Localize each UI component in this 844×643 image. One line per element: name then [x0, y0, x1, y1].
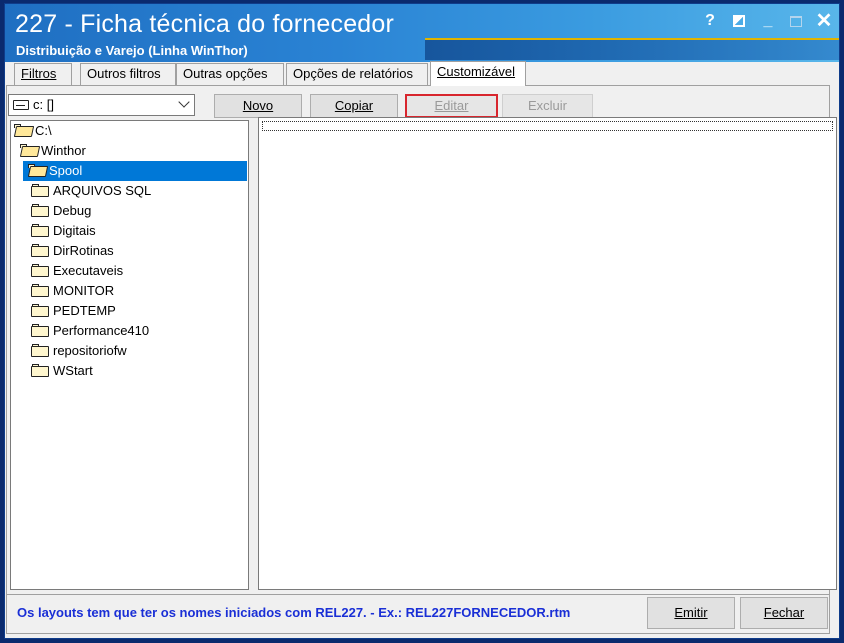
tab-label: Outros filtros	[87, 66, 161, 81]
excluir-label: Excluir	[527, 98, 567, 113]
close-button[interactable]: ✕	[813, 10, 835, 32]
tree-item-folder[interactable]: DirRotinas	[31, 241, 114, 261]
fechar-label: Fechar	[763, 605, 805, 620]
folder-open-icon	[19, 144, 41, 157]
folder-icon	[31, 184, 49, 197]
tree-item-label: C:\	[35, 123, 52, 138]
folder-icon	[31, 284, 49, 297]
help-button[interactable]: ?	[699, 10, 721, 32]
maximize-icon	[790, 16, 802, 27]
excluir-button[interactable]: Excluir	[502, 94, 593, 118]
tab-label: Filtros	[21, 66, 57, 81]
tree-item-root[interactable]: C:\	[13, 121, 52, 141]
novo-label: Novo	[242, 98, 274, 113]
tree-item-spool[interactable]: Spool	[23, 161, 247, 181]
emitir-label: Emitir	[674, 605, 708, 620]
tree-item-folder[interactable]: repositoriofw	[31, 341, 127, 361]
tree-item-label: PEDTEMP	[53, 303, 116, 318]
tree-item-label: Spool	[49, 163, 83, 178]
tree-item-folder[interactable]: Executaveis	[31, 261, 123, 281]
window-title: 227 - Ficha técnica do fornecedor	[15, 10, 395, 38]
editar-label: Editar	[434, 98, 469, 113]
title-bar: 227 - Ficha técnica do fornecedor Distri…	[5, 4, 839, 62]
tree-item-label: WStart	[53, 363, 93, 378]
tree-item-folder[interactable]: PEDTEMP	[31, 301, 116, 321]
tab-customizavel[interactable]: Customizável	[430, 61, 526, 86]
folder-open-icon	[13, 124, 35, 137]
tree-item-label: Debug	[53, 203, 92, 218]
drive-value: c: []	[33, 97, 54, 112]
layout-note: Os layouts tem que ter os nomes iniciado…	[17, 605, 571, 620]
tree-item-folder[interactable]: MONITOR	[31, 281, 114, 301]
tab-strip: Filtros Outros filtros Outras opções Opç…	[6, 61, 830, 86]
chevron-down-icon	[178, 96, 190, 108]
folder-icon	[31, 244, 49, 257]
tab-label: Outras opções	[183, 66, 268, 81]
tree-item-label: Executaveis	[53, 263, 124, 278]
tree-item-label: Winthor	[41, 143, 86, 158]
folder-tree[interactable]: C:\ Winthor Spool ARQUIVOS SQL Debug Dig…	[10, 120, 249, 590]
drive-icon	[13, 100, 29, 110]
tree-item-winthor[interactable]: Winthor	[19, 141, 86, 161]
drive-select[interactable]: c: []	[8, 94, 195, 116]
minimize-button[interactable]: _	[757, 10, 779, 32]
maximize-button[interactable]	[785, 10, 807, 32]
tree-item-folder[interactable]: Debug	[31, 201, 91, 221]
tree-item-folder[interactable]: Digitais	[31, 221, 96, 241]
tree-item-label: MONITOR	[53, 283, 115, 298]
folder-open-icon	[27, 164, 49, 177]
copiar-button[interactable]: Copiar	[310, 94, 398, 118]
folder-icon	[31, 204, 49, 217]
tree-item-label: repositoriofw	[53, 343, 127, 358]
folder-icon	[31, 364, 49, 377]
tree-item-label: ARQUIVOS SQL	[53, 183, 152, 198]
tree-item-folder[interactable]: ARQUIVOS SQL	[31, 181, 151, 201]
tree-item-label: DirRotinas	[53, 243, 114, 258]
tab-label: Customizável	[437, 64, 516, 79]
tree-item-folder[interactable]: Performance410	[31, 321, 149, 341]
folder-icon	[31, 304, 49, 317]
copiar-label: Copiar	[334, 98, 374, 113]
tab-outros-filtros[interactable]: Outros filtros	[80, 63, 176, 85]
novo-button[interactable]: Novo	[214, 94, 302, 118]
folder-icon	[31, 324, 49, 337]
file-list[interactable]	[258, 117, 837, 590]
fechar-button[interactable]: Fechar	[740, 597, 828, 629]
folder-icon	[31, 224, 49, 237]
window-subtitle: Distribuição e Varejo (Linha WinThor)	[16, 43, 248, 58]
folder-icon	[31, 264, 49, 277]
tab-outras-opcoes[interactable]: Outras opções	[176, 63, 284, 85]
title-decoration	[425, 38, 839, 60]
folder-icon	[31, 344, 49, 357]
tree-item-label: Performance410	[53, 323, 150, 338]
contrast-icon	[733, 15, 745, 27]
contrast-button[interactable]	[728, 10, 750, 32]
tree-item-folder[interactable]: WStart	[31, 361, 93, 381]
tree-item-label: Digitais	[53, 223, 96, 238]
editar-button[interactable]: Editar	[405, 94, 498, 118]
tab-filtros[interactable]: Filtros	[14, 63, 72, 85]
tab-label: Opções de relatórios	[293, 66, 413, 81]
focus-rectangle	[262, 121, 833, 131]
tab-opcoes-relatorios[interactable]: Opções de relatórios	[286, 63, 428, 85]
emitir-button[interactable]: Emitir	[647, 597, 735, 629]
